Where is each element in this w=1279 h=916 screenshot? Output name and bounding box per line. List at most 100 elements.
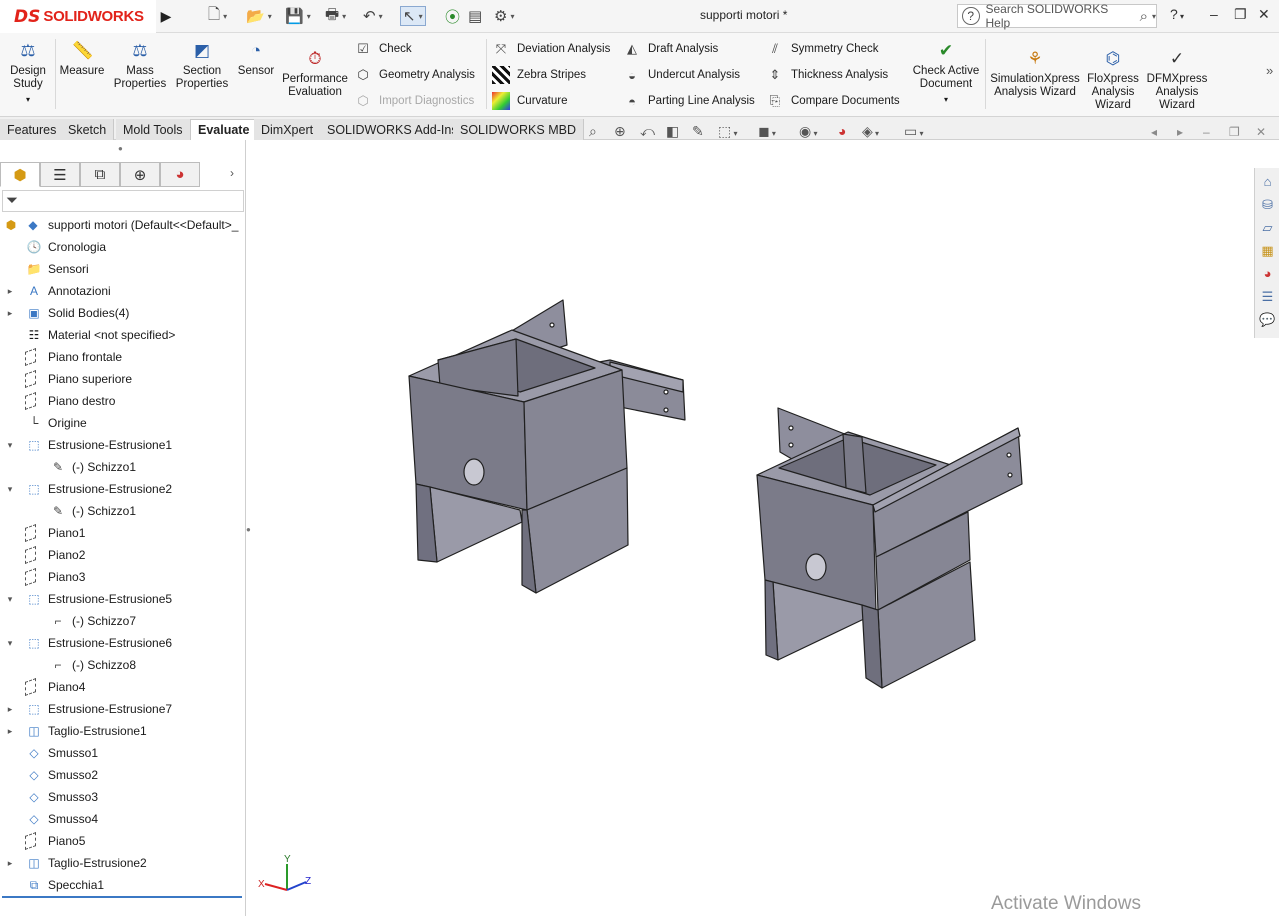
tab-features[interactable]: Features xyxy=(0,119,65,140)
panel-splitter-handle-icon[interactable]: ● xyxy=(118,144,123,153)
feature-tree-item[interactable]: Piano destro xyxy=(0,390,246,412)
apply-scene-icon[interactable]: ◈ ▾ xyxy=(862,123,879,140)
thickness-analysis-button[interactable]: ⇕ Thickness Analysis xyxy=(766,64,889,86)
deviation-analysis-button[interactable]: ⤧ Deviation Analysis xyxy=(492,38,611,60)
feature-tree-item[interactable]: ▸ A Annotazioni xyxy=(0,280,246,302)
mass-properties-button[interactable]: ⚖ Mass Properties xyxy=(113,41,167,91)
property-manager-tab-icon[interactable]: ☰ xyxy=(40,162,80,187)
check-active-document-dropdown-icon[interactable]: ▾ xyxy=(910,93,982,106)
feature-tree-item[interactable]: ◇ Smusso4 xyxy=(0,808,246,830)
rollback-bar[interactable] xyxy=(2,896,242,898)
solidworks-resources-home-icon[interactable]: ⌂ xyxy=(1258,172,1277,191)
rebuild-traffic-light-icon[interactable]: ⦿ xyxy=(445,6,460,26)
feature-tree-item[interactable]: ▾ ⬚ Estrusione-Estrusione6 xyxy=(0,632,246,654)
feature-tree-item[interactable]: Piano3 xyxy=(0,566,246,588)
undo-icon[interactable]: ↶ ▾ xyxy=(363,6,383,26)
feature-filter-field[interactable]: ⏷ xyxy=(2,190,244,212)
check-button[interactable]: ☑ Check xyxy=(354,38,411,60)
tab-dimxpert[interactable]: DimXpert xyxy=(254,119,322,140)
feature-tree-item[interactable]: ✎ (-) Schizzo1 xyxy=(0,500,246,522)
floxpress-button[interactable]: ⌬ FloXpress Analysis Wizard xyxy=(1086,49,1140,112)
select-pointer-icon[interactable]: ↖ ▾ xyxy=(400,6,426,26)
search-dropdown-icon[interactable]: ▾ xyxy=(1152,12,1156,21)
performance-evaluation-button[interactable]: ⏱ Performance Evaluation xyxy=(282,49,348,99)
expand-toggle-icon[interactable]: ▾ xyxy=(5,594,15,605)
configuration-manager-tab-icon[interactable]: ⧉ xyxy=(80,162,120,187)
previous-view-icon[interactable]: ⤺ xyxy=(640,123,655,140)
expand-toggle-icon[interactable]: ▾ xyxy=(5,484,15,495)
design-library-icon[interactable]: ⛁ xyxy=(1258,195,1277,214)
feature-tree-item[interactable]: ▸ ⬚ Estrusione-Estrusione7 xyxy=(0,698,246,720)
tab-solidworks-add-ins[interactable]: SOLIDWORKS Add-Ins xyxy=(320,119,466,140)
feature-tree-item[interactable]: 🕓 Cronologia xyxy=(0,236,246,258)
tab-solidworks-mbd[interactable]: SOLIDWORKS MBD xyxy=(453,119,584,140)
print-icon[interactable]: 🖶 ▾ xyxy=(325,6,346,26)
feature-tree-item[interactable]: ▾ ⬚ Estrusione-Estrusione2 xyxy=(0,478,246,500)
feature-tree-item[interactable]: Piano1 xyxy=(0,522,246,544)
feature-manager-tab-icon[interactable]: ⬢ xyxy=(0,162,40,187)
viewport-minimize-icon[interactable]: – xyxy=(1203,125,1210,139)
sensor-button[interactable]: ◔ Sensor xyxy=(236,41,276,78)
expand-toggle-icon[interactable]: ▸ xyxy=(5,858,15,869)
feature-tree-item[interactable]: └ Origine xyxy=(0,412,246,434)
undercut-analysis-button[interactable]: ◒ Undercut Analysis xyxy=(623,64,740,86)
graphics-area[interactable]: Y X Z xyxy=(247,141,1254,916)
view-settings-monitor-icon[interactable]: ▭ ▾ xyxy=(904,123,923,140)
custom-properties-icon[interactable]: ☰ xyxy=(1258,287,1277,306)
save-icon[interactable]: 💾 ▾ xyxy=(285,6,311,26)
solidworks-forum-icon[interactable]: 💬 xyxy=(1258,310,1277,329)
expand-toggle-icon[interactable]: ▾ xyxy=(5,440,15,451)
feature-tree-item[interactable]: Piano2 xyxy=(0,544,246,566)
new-document-icon[interactable]: 🗋 ▾ xyxy=(208,6,227,26)
view-orientation-icon[interactable]: ⬚ ▾ xyxy=(718,123,737,140)
draft-analysis-button[interactable]: ◭ Draft Analysis xyxy=(623,38,718,60)
hide-show-items-icon[interactable]: ◉ ▾ xyxy=(799,123,817,140)
feature-tree-item[interactable]: ▸ ◫ Taglio-Estrusione1 xyxy=(0,720,246,742)
file-properties-icon[interactable]: ▤ xyxy=(468,6,482,26)
solidworks-logo[interactable]: DS SOLIDWORKS xyxy=(0,0,156,33)
edit-appearance-icon[interactable]: ◕ xyxy=(838,123,846,139)
feature-tree-item[interactable]: ▾ ⬚ Estrusione-Estrusione1 xyxy=(0,434,246,456)
options-gear-icon[interactable]: ⚙ ▾ xyxy=(494,6,514,26)
feature-tree-item[interactable]: ▸ ▣ Solid Bodies(4) xyxy=(0,302,246,324)
design-study-dropdown-icon[interactable]: ▾ xyxy=(6,93,50,106)
search-magnifier-icon[interactable]: ⌕ xyxy=(1140,8,1148,25)
feature-tree-item[interactable]: ✎ (-) Schizzo1 xyxy=(0,456,246,478)
display-style-icon[interactable]: ◼ ▾ xyxy=(758,123,776,140)
feature-tree-item[interactable]: ⌐ (-) Schizzo7 xyxy=(0,610,246,632)
viewport-prev-icon[interactable]: ◂ xyxy=(1151,125,1157,139)
help-menu-icon[interactable]: ? ▾ xyxy=(1170,6,1184,22)
compare-documents-button[interactable]: ⎘ Compare Documents xyxy=(766,90,900,112)
feature-tree-item[interactable]: ▸ ◫ Taglio-Estrusione2 xyxy=(0,852,246,874)
feature-tree-item[interactable]: ◇ Smusso1 xyxy=(0,742,246,764)
feature-tree-root[interactable]: ⬢ ◆ supporti motori (Default<<Default>_ xyxy=(0,214,246,236)
measure-button[interactable]: 📏 Measure xyxy=(59,41,105,78)
check-active-document-button[interactable]: ✔ Check Active Document ▾ xyxy=(910,41,982,106)
expand-toggle-icon[interactable]: ▾ xyxy=(5,638,15,649)
zoom-to-area-icon[interactable]: ⊕ xyxy=(614,123,626,140)
tab-mold-tools[interactable]: Mold Tools xyxy=(116,119,191,140)
feature-tree-item[interactable]: ▾ ⬚ Estrusione-Estrusione5 xyxy=(0,588,246,610)
feature-tree-item[interactable]: ⌐ (-) Schizzo8 xyxy=(0,654,246,676)
section-properties-button[interactable]: ◩ Section Properties xyxy=(174,41,230,91)
minimize-window-icon[interactable]: – xyxy=(1210,6,1218,22)
feature-tree-item[interactable]: Piano frontale xyxy=(0,346,246,368)
display-manager-tab-icon[interactable]: ◕ xyxy=(160,162,200,187)
appearances-scenes-icon[interactable]: ◕ xyxy=(1258,264,1277,283)
viewport-close-icon[interactable]: ✕ xyxy=(1256,125,1266,139)
symmetry-check-button[interactable]: ⫽ Symmetry Check xyxy=(766,38,878,60)
feature-tree-item[interactable]: Piano5 xyxy=(0,830,246,852)
expand-toggle-icon[interactable]: ▸ xyxy=(5,308,15,319)
expand-toggle-icon[interactable]: ▸ xyxy=(5,726,15,737)
menu-expand-arrow-icon[interactable]: ▶ xyxy=(158,6,174,26)
feature-tree-item[interactable]: ◇ Smusso2 xyxy=(0,764,246,786)
feature-tree-item[interactable]: ☷ Material <not specified> xyxy=(0,324,246,346)
feature-tree-item[interactable]: ◇ Smusso3 xyxy=(0,786,246,808)
feature-tree-item[interactable]: 📁 Sensori xyxy=(0,258,246,280)
section-view-icon[interactable]: ◧ xyxy=(666,123,679,140)
zebra-stripes-button[interactable]: Zebra Stripes xyxy=(492,64,586,86)
expand-toggle-icon[interactable]: ▸ xyxy=(5,286,15,297)
panel-tabs-more-icon[interactable]: › xyxy=(230,166,234,180)
viewport-next-icon[interactable]: ▸ xyxy=(1177,125,1183,139)
parting-line-analysis-button[interactable]: ◓ Parting Line Analysis xyxy=(623,90,755,112)
